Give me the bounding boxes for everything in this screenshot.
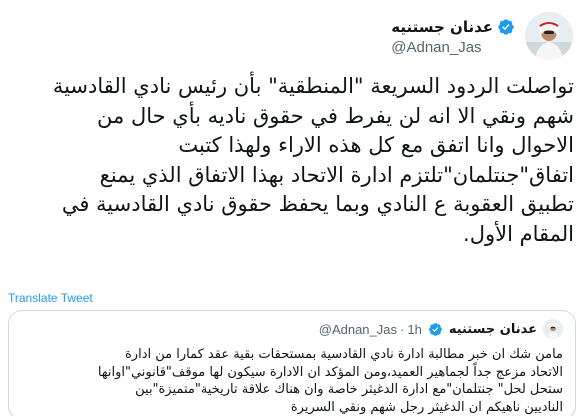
quoted-meta: @Adnan_Jas · 1h xyxy=(319,322,422,337)
quoted-tweet[interactable]: عدنان جستنيه @Adnan_Jas · 1h مامن شك ان … xyxy=(8,310,576,416)
quoted-separator: · xyxy=(400,321,405,337)
quoted-profile-photo-icon xyxy=(543,319,563,339)
author-handle[interactable]: @Adnan_Jas xyxy=(391,39,515,56)
profile-photo-icon[interactable] xyxy=(525,12,573,60)
author-display-name[interactable]: عدنان جستنيه xyxy=(391,18,493,36)
quoted-timestamp: 1h xyxy=(407,321,422,337)
author-names: عدنان جستنيه @Adnan_Jas xyxy=(391,17,515,56)
tweet-text: تواصلت الردود السريعة "المنطقية" بأن رئي… xyxy=(52,74,574,246)
quoted-author-handle: @Adnan_Jas xyxy=(318,321,397,337)
quoted-author-display-name: عدنان جستنيه xyxy=(448,321,537,337)
tweet-card: عدنان جستنيه @Adnan_Jas تواصلت الردود ال… xyxy=(0,0,585,416)
translate-tweet-link[interactable]: Translate Tweet xyxy=(8,291,93,305)
quoted-verified-badge-icon xyxy=(428,322,443,337)
verified-badge-icon xyxy=(497,18,515,36)
tweet-header: عدنان جستنيه @Adnan_Jas xyxy=(391,12,573,60)
quoted-tweet-text: مامن شك ان خبر مطالبة ادارة نادي القادسي… xyxy=(97,347,563,415)
quoted-tweet-header: عدنان جستنيه @Adnan_Jas · 1h xyxy=(319,319,563,339)
